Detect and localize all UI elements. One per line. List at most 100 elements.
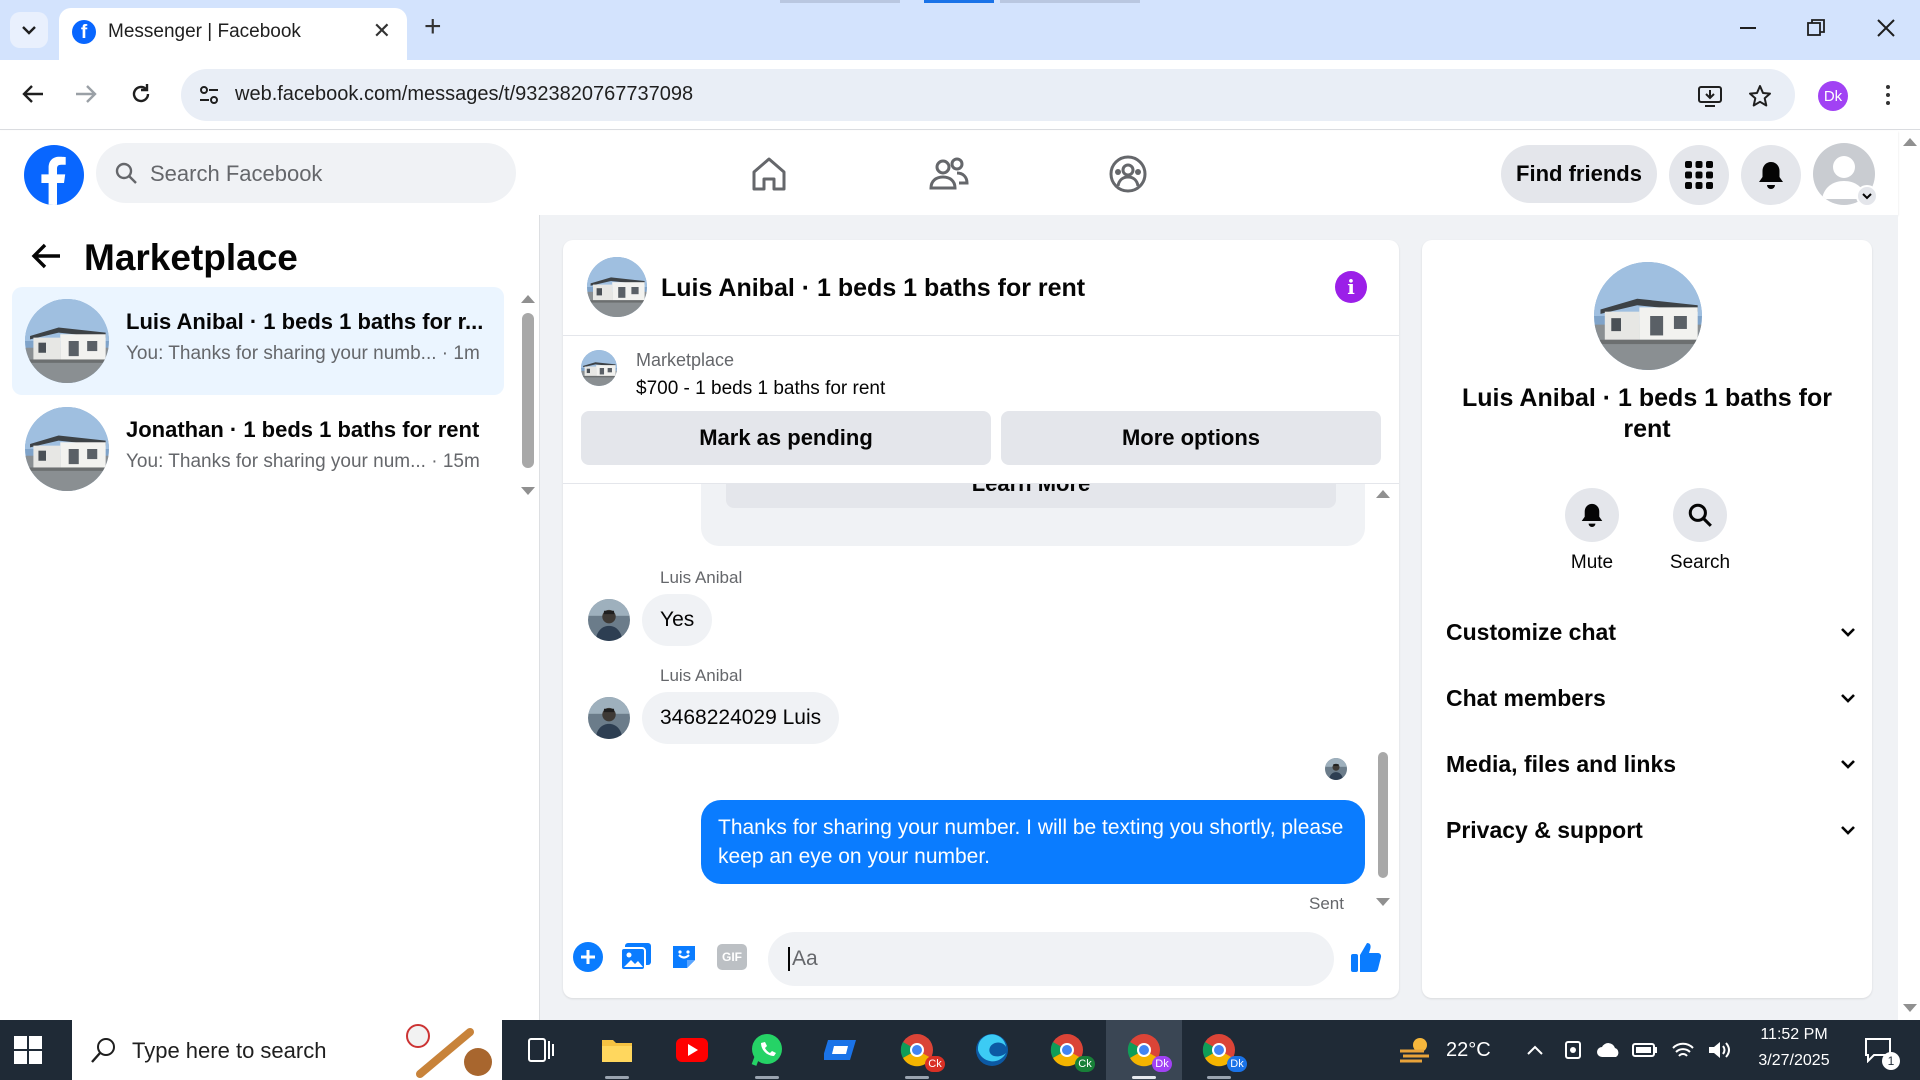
listing-thumbnail[interactable] [581,350,617,386]
back-arrow-button[interactable] [30,241,62,276]
file-explorer-icon[interactable] [597,1030,637,1070]
gif-button[interactable]: GIF [715,940,749,974]
weather-icon[interactable] [1396,1030,1436,1070]
nav-groups[interactable] [1103,149,1153,199]
install-icon [1698,86,1722,107]
notifications-button[interactable] [1741,145,1801,205]
bell-icon [1759,162,1783,189]
privacy-support-section[interactable]: Privacy & support [1446,810,1856,850]
youtube-icon[interactable] [672,1030,712,1070]
browser-tab-active[interactable]: f Messenger | Facebook ✕ [59,8,407,60]
facebook-logo-icon[interactable] [24,145,84,205]
chrome-ck-icon[interactable]: Ck [897,1030,945,1072]
volume-icon[interactable] [1704,1030,1734,1070]
details-avatar [1594,262,1702,370]
site-settings-icon[interactable] [197,83,221,107]
windows-start-button[interactable] [14,1036,42,1064]
browser-menu-icon[interactable] [1878,80,1898,110]
info-icon[interactable]: i [1335,271,1367,303]
taskbar-search-box[interactable]: Type here to search [72,1020,502,1080]
mute-circle[interactable] [1565,488,1619,542]
scroll-up-arrow[interactable] [521,295,535,303]
facebook-search-box[interactable]: Search Facebook [96,143,516,203]
onedrive-icon[interactable] [1594,1030,1624,1070]
windows-taskbar: Type here to search Ck Ck Dk Dk 22°C 11:… [0,1020,1920,1080]
learn-more-button[interactable]: Learn More [726,484,1336,508]
close-tab-icon[interactable]: ✕ [373,18,391,44]
more-options-button[interactable]: More options [1001,411,1381,465]
weather-temperature[interactable]: 22°C [1446,1039,1491,1062]
hidden-icons-chevron[interactable] [1520,1030,1550,1070]
incoming-message[interactable]: 3468224029 Luis [642,692,840,744]
mute-button[interactable]: Mute [1552,488,1632,574]
url-text[interactable]: web.facebook.com/messages/t/932382076773… [235,83,693,106]
chrome-dk-icon-2[interactable]: Dk [1199,1030,1247,1072]
mark-as-pending-button[interactable]: Mark as pending [581,411,991,465]
customize-chat-section[interactable]: Customize chat [1446,612,1856,652]
remote-desktop-icon[interactable] [822,1030,862,1070]
bookmark-button[interactable] [1745,81,1775,111]
chat-members-section[interactable]: Chat members [1446,678,1856,718]
search-circle[interactable] [1673,488,1727,542]
search-placeholder: Search Facebook [150,161,323,186]
wifi-icon[interactable] [1668,1030,1698,1070]
address-bar[interactable]: web.facebook.com/messages/t/932382076773… [181,69,1795,121]
attach-photo-button[interactable] [619,940,653,974]
page-scroll-down-arrow[interactable] [1903,1004,1917,1012]
thumbs-up-icon [1351,943,1382,972]
install-app-button[interactable] [1695,81,1725,111]
minimize-button[interactable] [1728,10,1768,46]
battery-icon[interactable] [1630,1030,1660,1070]
like-button[interactable] [1349,940,1383,974]
chat-title[interactable]: Luis Anibal · 1 beds 1 baths for rent [661,274,1085,303]
message-thread-scrollbar[interactable] [1378,752,1388,878]
sticker-button[interactable] [667,940,701,974]
find-friends-button[interactable]: Find friends [1501,145,1657,203]
clock-date[interactable]: 3/27/2025 [1742,1052,1846,1070]
clock-time[interactable]: 11:52 PM [1742,1026,1846,1044]
nav-home[interactable] [744,149,794,199]
conversation-list-scrollbar[interactable] [522,313,534,468]
chat-avatar[interactable] [587,257,647,317]
meet-now-icon[interactable] [1558,1030,1588,1070]
page-scroll-up-arrow[interactable] [1903,138,1917,146]
reload-button[interactable] [121,74,161,114]
notification-center-button[interactable]: 1 [1858,1030,1900,1070]
edge-icon[interactable] [972,1030,1012,1070]
forward-button[interactable] [66,74,106,114]
new-tab-button[interactable]: + [424,10,442,44]
sender-avatar[interactable] [588,697,630,739]
conversation-item[interactable]: Luis Anibal · 1 beds 1 baths for r... Yo… [12,287,504,395]
chrome-ck-icon-2[interactable]: Ck [1047,1030,1095,1072]
account-dropdown-button[interactable] [1856,185,1878,207]
task-view-icon[interactable] [521,1030,561,1070]
back-button[interactable] [13,74,53,114]
restore-button[interactable] [1796,10,1836,46]
nav-friends[interactable] [924,149,974,199]
more-actions-button[interactable] [571,940,605,974]
arrow-right-icon [76,85,97,103]
message-input[interactable]: Aa [768,932,1334,986]
incoming-message[interactable]: Yes [642,594,713,646]
chat-panel: Luis Anibal · 1 beds 1 baths for rent i … [563,240,1399,998]
search-highlight-icon [406,1024,492,1078]
outgoing-message[interactable]: Thanks for sharing your number. I will b… [701,800,1365,884]
conversation-item[interactable]: Jonathan · 1 beds 1 baths for rent You: … [12,395,504,503]
listing-price-title[interactable]: $700 - 1 beds 1 baths for rent [636,378,885,400]
message-input-placeholder: Aa [788,947,818,971]
running-indicator [605,1076,629,1079]
close-window-button[interactable] [1866,10,1906,46]
whatsapp-icon[interactable] [747,1030,787,1070]
scroll-down-arrow[interactable] [1376,898,1390,906]
arrow-left-icon [31,243,60,269]
chrome-dk-icon-active[interactable]: Dk [1124,1030,1172,1072]
search-in-conversation-button[interactable]: Search [1660,488,1740,574]
menu-button[interactable] [1669,145,1729,205]
tab-search-button[interactable] [10,12,48,48]
sender-avatar[interactable] [588,599,630,641]
media-files-links-section[interactable]: Media, files and links [1446,744,1856,784]
profile-badge: Dk [1227,1056,1247,1072]
scroll-up-arrow[interactable] [1376,490,1390,498]
browser-profile-avatar[interactable]: Dk [1818,81,1848,111]
scroll-down-arrow[interactable] [521,487,535,495]
